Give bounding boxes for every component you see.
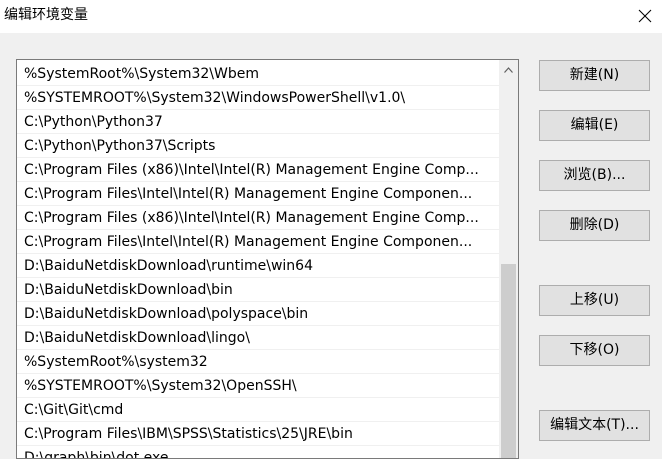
list-item[interactable]: %SystemRoot%\System32\Wbem — [17, 62, 499, 86]
scroll-up-button[interactable] — [499, 60, 518, 79]
new-button[interactable]: 新建(N) — [539, 60, 650, 91]
list-item[interactable]: D:\BaiduNetdiskDownload\lingo\ — [17, 326, 499, 350]
move-up-button[interactable]: 上移(U) — [539, 285, 650, 316]
title-bar: 编辑环境变量 — [0, 0, 662, 33]
list-item[interactable]: %SystemRoot%\system32 — [17, 350, 499, 374]
close-button[interactable] — [628, 0, 662, 32]
list-item[interactable]: D:\BaiduNetdiskDownload\bin — [17, 278, 499, 302]
list-item[interactable]: C:\Program Files\IBM\SPSS\Statistics\25\… — [17, 422, 499, 446]
list-item[interactable]: C:\Program Files (x86)\Intel\Intel(R) Ma… — [17, 206, 499, 230]
list-item[interactable]: D:\graph\bin\dot.exe — [17, 446, 499, 458]
list-item[interactable]: %SYSTEMROOT%\System32\OpenSSH\ — [17, 374, 499, 398]
path-list[interactable]: %SystemRoot%\System32\Wbem %SYSTEMROOT%\… — [16, 59, 519, 459]
vertical-scrollbar[interactable] — [499, 60, 518, 458]
chevron-up-icon — [504, 66, 513, 73]
path-list-items: %SystemRoot%\System32\Wbem %SYSTEMROOT%\… — [17, 62, 499, 458]
list-item[interactable]: C:\Python\Python37 — [17, 110, 499, 134]
list-item[interactable]: %SYSTEMROOT%\System32\WindowsPowerShell\… — [17, 86, 499, 110]
delete-button[interactable]: 删除(D) — [539, 210, 650, 241]
list-item[interactable]: C:\Program Files\Intel\Intel(R) Manageme… — [17, 182, 499, 206]
list-item[interactable]: C:\Git\Git\cmd — [17, 398, 499, 422]
move-down-button[interactable]: 下移(O) — [539, 335, 650, 366]
edit-button[interactable]: 编辑(E) — [539, 110, 650, 141]
scroll-thumb[interactable] — [501, 264, 516, 458]
list-item[interactable]: D:\BaiduNetdiskDownload\polyspace\bin — [17, 302, 499, 326]
edit-text-button[interactable]: 编辑文本(T)... — [539, 410, 650, 441]
window-title: 编辑环境变量 — [4, 7, 88, 23]
list-item[interactable]: D:\BaiduNetdiskDownload\runtime\win64 — [17, 254, 499, 278]
close-icon — [638, 9, 652, 23]
list-item[interactable]: C:\Python\Python37\Scripts — [17, 134, 499, 158]
list-item[interactable]: C:\Program Files\Intel\Intel(R) Manageme… — [17, 230, 499, 254]
browse-button[interactable]: 浏览(B)... — [539, 160, 650, 191]
list-item[interactable]: C:\Program Files (x86)\Intel\Intel(R) Ma… — [17, 158, 499, 182]
